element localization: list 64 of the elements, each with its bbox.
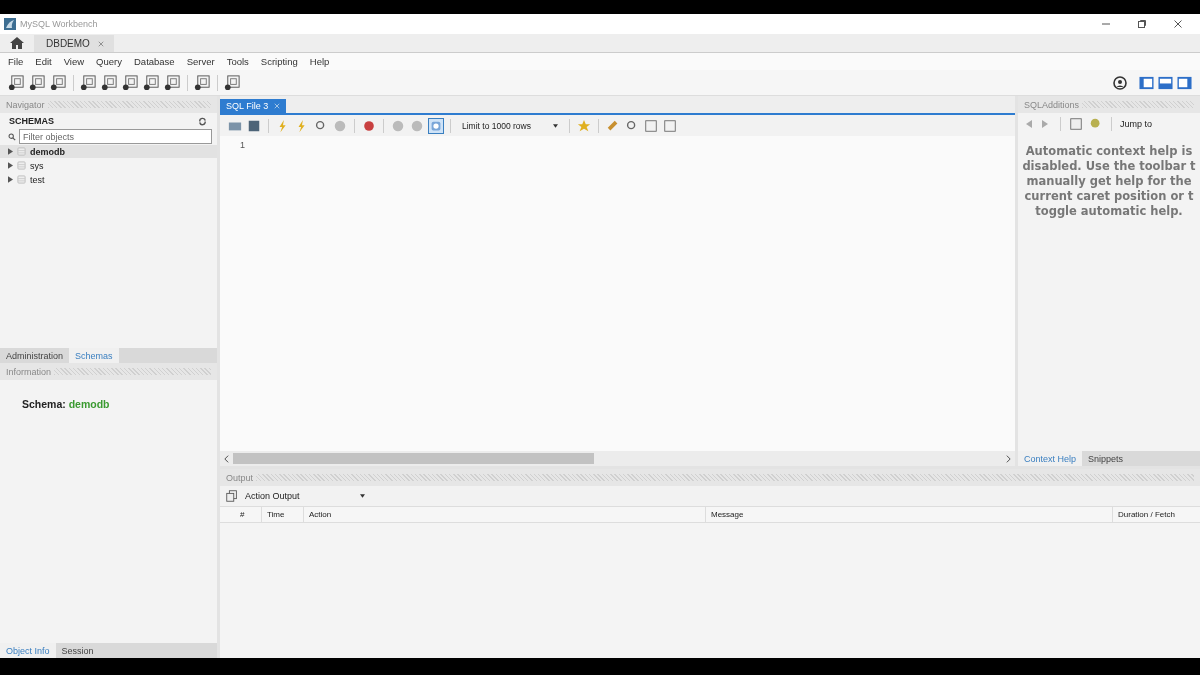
column-header[interactable]: Time bbox=[262, 507, 304, 522]
column-header[interactable]: # bbox=[220, 507, 262, 522]
connection-tab[interactable]: DBDEMO bbox=[34, 35, 114, 52]
app-icon bbox=[4, 18, 16, 30]
caret-icon[interactable] bbox=[553, 123, 558, 128]
user-icon[interactable] bbox=[1113, 75, 1127, 90]
maximize-icon[interactable] bbox=[1137, 19, 1147, 29]
panel-title: SQLAdditions bbox=[1024, 99, 1080, 110]
home-icon[interactable] bbox=[10, 37, 24, 49]
caret-icon[interactable] bbox=[359, 494, 365, 498]
scroll-left-icon[interactable] bbox=[224, 454, 229, 463]
menu-item[interactable]: Help bbox=[303, 56, 336, 67]
jump-to-button[interactable]: Jump to bbox=[1120, 118, 1152, 129]
help-text: current caret position or t bbox=[1024, 189, 1194, 204]
error-toggle-icon[interactable] bbox=[362, 118, 376, 133]
autocommit-icon[interactable] bbox=[429, 118, 443, 133]
close-icon[interactable] bbox=[1173, 19, 1183, 29]
schema-item[interactable]: demodb bbox=[0, 145, 217, 158]
scrollbar-thumb[interactable] bbox=[233, 453, 595, 464]
limit-dropdown[interactable]: Limit to 1000 rows bbox=[458, 120, 562, 131]
help-text: toggle automatic help. bbox=[1035, 204, 1183, 219]
help-text: manually get help for the bbox=[1026, 174, 1192, 189]
save-icon[interactable] bbox=[247, 118, 261, 133]
panel-title: Output bbox=[226, 472, 254, 483]
database-icon bbox=[17, 161, 26, 170]
panel-tab[interactable]: Context Help bbox=[1018, 451, 1083, 466]
menu-item[interactable]: Database bbox=[128, 56, 181, 67]
menu-item[interactable]: Scripting bbox=[254, 56, 304, 67]
star-icon[interactable] bbox=[577, 118, 591, 133]
schema-info: Schema: demodb bbox=[22, 398, 110, 410]
help-text: disabled. Use the toolbar t bbox=[1022, 159, 1196, 174]
panel-tab[interactable]: Administration bbox=[0, 348, 70, 363]
panel-tab[interactable]: Schemas bbox=[69, 348, 119, 363]
copy-icon[interactable] bbox=[225, 489, 239, 503]
section-heading: SCHEMAS bbox=[9, 116, 54, 126]
menu-item[interactable]: Tools bbox=[220, 56, 255, 67]
output-toggle-icon[interactable] bbox=[1158, 75, 1173, 90]
panel-title: Information bbox=[6, 366, 52, 377]
panel-title: Navigator bbox=[6, 99, 45, 110]
sidebar-toggle-icon[interactable] bbox=[1139, 75, 1154, 90]
column-header[interactable]: Message bbox=[706, 507, 1113, 522]
panel-tab[interactable]: Snippets bbox=[1082, 451, 1130, 466]
additions-toggle-icon[interactable] bbox=[1177, 75, 1192, 90]
schema-item[interactable]: test bbox=[0, 173, 217, 186]
menu-item[interactable]: Edit bbox=[29, 56, 58, 67]
editor-tab[interactable]: SQL File 3 bbox=[220, 99, 287, 113]
menu-item[interactable]: Query bbox=[90, 56, 128, 67]
refresh-icon[interactable] bbox=[198, 116, 207, 126]
line-number: 1 bbox=[240, 140, 246, 150]
panel-tab[interactable]: Session bbox=[55, 643, 100, 658]
help-text: Automatic context help is bbox=[1025, 144, 1193, 159]
panel-tab[interactable]: Object Info bbox=[0, 643, 56, 658]
column-header[interactable]: Duration / Fetch bbox=[1113, 507, 1200, 522]
database-icon bbox=[17, 147, 26, 156]
menu-item[interactable]: View bbox=[57, 56, 91, 67]
filter-field[interactable]: Filter objects bbox=[19, 129, 212, 144]
output-selector[interactable]: Action Output bbox=[245, 491, 365, 501]
menu-item[interactable]: File bbox=[2, 56, 30, 67]
window-title: MySQL Workbench bbox=[20, 19, 98, 29]
scroll-right-icon[interactable] bbox=[1006, 454, 1011, 463]
menu-item[interactable]: Server bbox=[180, 56, 221, 67]
column-header[interactable]: Action bbox=[304, 507, 706, 522]
database-icon bbox=[17, 175, 26, 184]
schema-item[interactable]: sys bbox=[0, 159, 217, 172]
